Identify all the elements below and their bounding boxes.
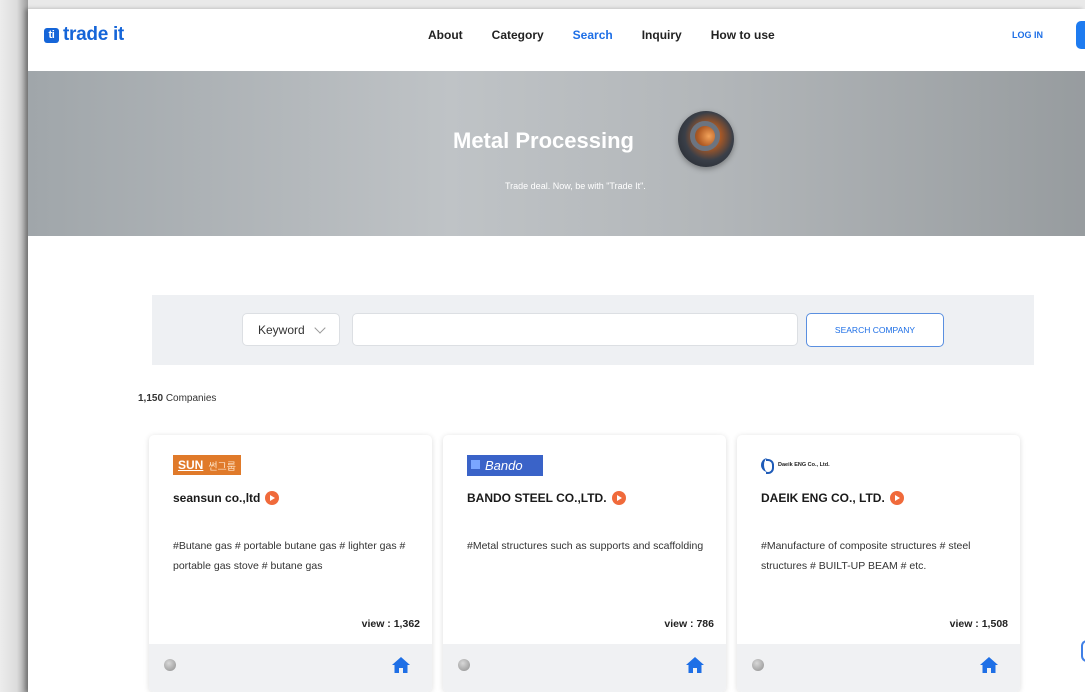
- window-frame-left: [0, 0, 28, 692]
- logo-text: trade it: [63, 24, 124, 45]
- result-count-number: 1,150: [138, 393, 164, 404]
- logo-mark-icon: ti: [44, 27, 59, 43]
- nav-search[interactable]: Search: [573, 28, 613, 42]
- company-name[interactable]: BANDO STEEL CO.,LTD.: [467, 491, 626, 505]
- view-count: view : 786: [664, 618, 714, 630]
- status-dot-icon: [458, 659, 470, 671]
- main-nav: About Category Search Inquiry How to use: [428, 28, 804, 42]
- company-tags: #Manufacture of composite structures # s…: [761, 540, 971, 572]
- search-company-button[interactable]: SEARCH COMPANY: [806, 313, 944, 347]
- card-footer: [149, 644, 432, 692]
- video-play-icon[interactable]: [265, 491, 280, 505]
- card-footer: [443, 644, 726, 692]
- category-image: [678, 111, 734, 167]
- company-tags: #Butane gas # portable butane gas # ligh…: [173, 540, 406, 572]
- company-name[interactable]: DAEIK ENG CO., LTD.: [761, 491, 904, 505]
- video-play-icon[interactable]: [611, 491, 626, 505]
- result-count-label: Companies: [165, 393, 217, 404]
- hero-banner: Metal Processing Trade deal. Now, be wit…: [28, 71, 1085, 236]
- view-count: view : 1,508: [949, 618, 1008, 630]
- site-logo[interactable]: ti trade it: [44, 24, 124, 46]
- window-frame-top: [28, 0, 1085, 9]
- nav-about[interactable]: About: [428, 28, 463, 42]
- company-name-text: DAEIK ENG CO., LTD.: [761, 491, 885, 505]
- company-logo: Bando: [467, 454, 543, 476]
- company-logo-text: Daeik ENG Co., Ltd.: [778, 462, 830, 468]
- company-name-text: BANDO STEEL CO.,LTD.: [467, 491, 607, 505]
- search-input[interactable]: [352, 313, 798, 346]
- company-card[interactable]: Daeik ENG Co., Ltd. DAEIK ENG CO., LTD. …: [737, 435, 1020, 692]
- company-logo: SUN 썬그룹: [173, 455, 241, 475]
- home-icon[interactable]: [686, 657, 704, 673]
- company-logo-subtext: 썬그룹: [208, 461, 236, 473]
- company-name[interactable]: seansun co.,ltd: [173, 491, 280, 505]
- site-header: ti trade it About Category Search Inquir…: [28, 9, 1085, 71]
- card-footer: [737, 644, 1020, 692]
- company-card[interactable]: Bando BANDO STEEL CO.,LTD. #Metal struct…: [443, 435, 726, 692]
- search-panel: Keyword SEARCH COMPANY: [152, 295, 1034, 365]
- page: ti trade it About Category Search Inquir…: [28, 9, 1085, 692]
- video-play-icon[interactable]: [889, 491, 904, 505]
- status-dot-icon: [164, 659, 176, 671]
- page-title: Metal Processing: [453, 128, 634, 153]
- header-action-button[interactable]: [1076, 21, 1085, 49]
- home-icon[interactable]: [392, 657, 410, 673]
- result-count: 1,150 Companies: [138, 393, 216, 404]
- nav-inquiry[interactable]: Inquiry: [642, 28, 682, 42]
- company-name-text: seansun co.,ltd: [173, 491, 261, 505]
- company-logo-mark-icon: [761, 458, 775, 474]
- company-tags: #Metal structures such as supports and s…: [467, 540, 704, 552]
- status-dot-icon: [752, 659, 764, 671]
- nav-category[interactable]: Category: [492, 28, 544, 42]
- company-logo-text: Bando: [467, 454, 543, 476]
- view-count: view : 1,362: [361, 618, 420, 630]
- chevron-down-icon: [314, 322, 326, 334]
- nav-how-to-use[interactable]: How to use: [711, 28, 775, 42]
- company-logo: Daeik ENG Co., Ltd.: [761, 455, 830, 475]
- login-link[interactable]: LOG IN: [1012, 30, 1043, 40]
- company-logo-text: SUN: [178, 458, 204, 472]
- company-card[interactable]: SUN 썬그룹 seansun co.,ltd #Butane gas # po…: [149, 435, 432, 692]
- search-type-select[interactable]: Keyword: [242, 313, 340, 346]
- home-icon[interactable]: [980, 657, 998, 673]
- hero-subtitle: Trade deal. Now, be with "Trade It".: [505, 181, 646, 191]
- search-type-value: Keyword: [258, 322, 305, 337]
- floating-button-edge[interactable]: [1081, 640, 1085, 662]
